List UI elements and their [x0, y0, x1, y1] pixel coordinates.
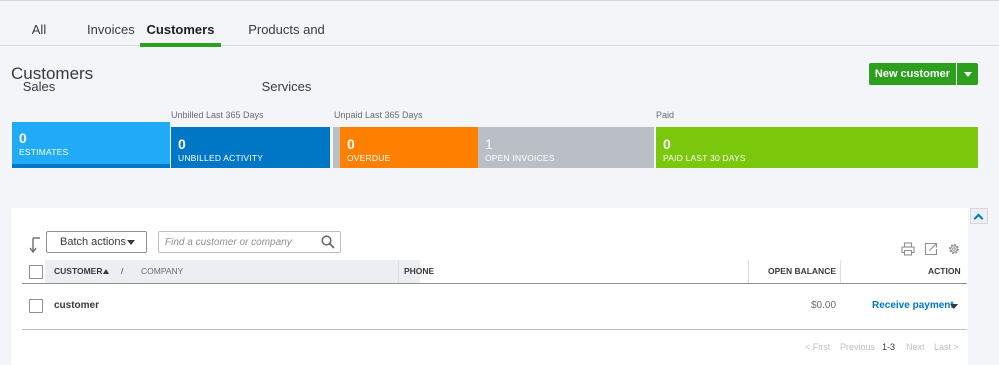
action-dropdown-caret-icon[interactable]	[950, 304, 958, 309]
gear-icon[interactable]	[947, 242, 961, 256]
estimates-label: ESTIMATES	[19, 147, 69, 157]
column-header-open-balance[interactable]: OPEN BALANCE	[768, 260, 836, 283]
unbilled-activity-count: 0	[178, 136, 186, 152]
pagination-last[interactable]: Last >	[934, 342, 959, 352]
page-title: Customers	[11, 64, 94, 83]
receive-payment-link[interactable]: Receive payment	[872, 300, 954, 311]
overdue-count: 0	[347, 136, 355, 152]
unpaid-section-label: Unpaid Last 365 Days	[334, 110, 423, 120]
tab-products-and-services[interactable]: Products and Services	[234, 1, 339, 94]
column-header-slash: /	[121, 266, 124, 276]
search-input[interactable]	[158, 231, 341, 253]
column-header-action: ACTION	[928, 266, 961, 276]
table-header: CUSTOMER / COMPANY PHONE OPEN BALANCE AC…	[22, 260, 967, 284]
customer-name-cell[interactable]: customer	[54, 300, 99, 311]
open-invoices-label: OPEN INVOICES	[485, 153, 555, 163]
new-customer-button[interactable]: New customer	[869, 63, 956, 85]
pagination-first[interactable]: < First	[805, 342, 830, 352]
paid-section-label: Paid	[656, 110, 675, 120]
pagination-next[interactable]: Next	[906, 342, 925, 352]
column-divider	[748, 260, 749, 283]
print-icon[interactable]	[901, 242, 915, 256]
sort-ascending-icon	[103, 269, 109, 274]
estimates-count: 0	[19, 130, 27, 146]
column-header-customer[interactable]: CUSTOMER	[54, 260, 103, 283]
open-invoices-count: 1	[485, 136, 493, 152]
row-checkbox[interactable]	[29, 299, 43, 313]
paid-last-30-days-tile[interactable]: 0 PAID LAST 30 DAYS	[656, 127, 978, 168]
batch-actions-button[interactable]: Batch actions	[46, 231, 147, 253]
tab-customers[interactable]: Customers	[140, 1, 221, 47]
table-row: customer $0.00 Receive payment	[22, 285, 967, 330]
column-divider	[398, 260, 399, 283]
open-invoices-tile[interactable]: 1 OPEN INVOICES	[478, 127, 654, 168]
estimates-tile[interactable]: 0 ESTIMATES	[12, 122, 170, 168]
collapse-chevron-up-icon[interactable]	[970, 208, 988, 224]
sales-tabs: All Sales Invoices Customers Products an…	[0, 1, 999, 94]
open-balance-cell: $0.00	[811, 300, 837, 311]
pagination-range: 1-3	[882, 342, 896, 352]
column-divider	[840, 260, 841, 283]
unbilled-section-label: Unbilled Last 365 Days	[171, 110, 264, 120]
search-icon[interactable]	[321, 235, 335, 249]
select-all-checkbox[interactable]	[29, 265, 43, 279]
pagination-previous[interactable]: Previous	[840, 342, 875, 352]
column-header-company[interactable]: COMPANY	[141, 260, 183, 283]
unpaid-bar-indicator	[333, 127, 340, 168]
overdue-tile[interactable]: 0 OVERDUE	[340, 127, 478, 168]
sort-arrow-icon[interactable]	[29, 236, 43, 254]
new-customer-dropdown-button[interactable]	[957, 63, 978, 85]
unbilled-activity-label: UNBILLED ACTIVITY	[178, 153, 264, 163]
column-header-phone[interactable]: PHONE	[404, 260, 434, 283]
tab-all-sales[interactable]: All Sales	[19, 1, 59, 94]
export-icon[interactable]	[924, 242, 938, 256]
paid-label: PAID LAST 30 DAYS	[663, 153, 746, 163]
tab-invoices[interactable]: Invoices	[87, 1, 135, 46]
overdue-label: OVERDUE	[347, 153, 391, 163]
unbilled-activity-tile[interactable]: 0 UNBILLED ACTIVITY	[171, 127, 330, 168]
paid-count: 0	[663, 136, 671, 152]
